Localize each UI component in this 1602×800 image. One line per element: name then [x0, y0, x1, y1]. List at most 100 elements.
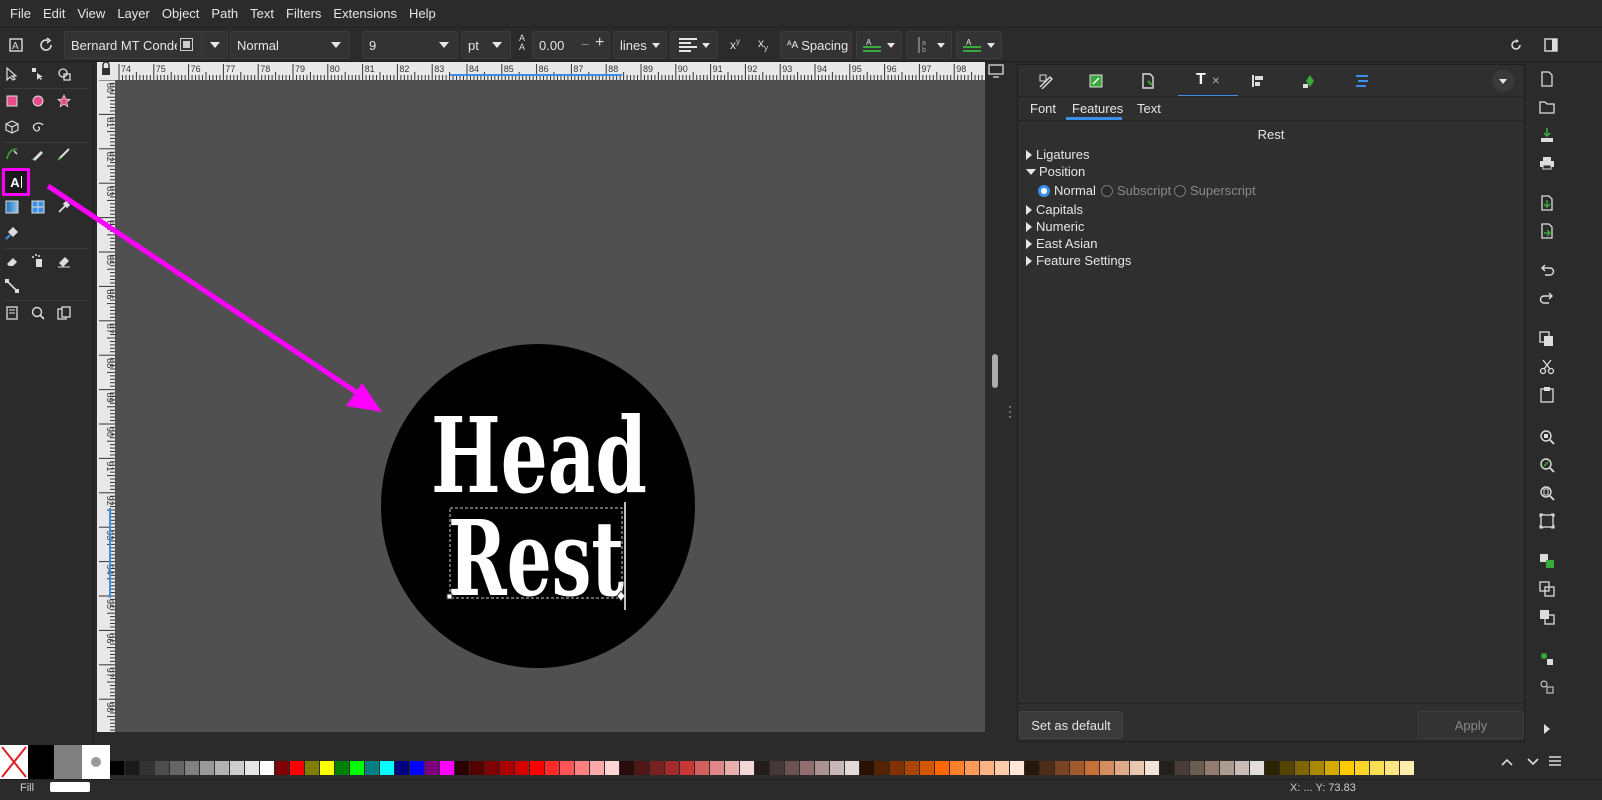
text-rest[interactable]: Rest: [448, 497, 624, 620]
palette-swatch[interactable]: [560, 761, 575, 775]
palette-swatch[interactable]: [995, 761, 1010, 775]
tab-layers[interactable]: [1338, 65, 1386, 97]
apply-button[interactable]: Apply: [1418, 711, 1524, 739]
zoom-selection-icon[interactable]: [1536, 426, 1558, 448]
tweak-tool-icon[interactable]: [53, 63, 75, 85]
font-style-field[interactable]: Normal: [230, 31, 350, 59]
fill-indicator[interactable]: [50, 782, 90, 792]
copy-icon[interactable]: [1536, 328, 1558, 350]
tab-export[interactable]: [1072, 65, 1120, 97]
palette-swatch[interactable]: [605, 761, 620, 775]
palette-swatch[interactable]: [485, 761, 500, 775]
tab-xml-editor[interactable]: [1286, 65, 1334, 97]
unit-dropdown[interactable]: [484, 32, 510, 58]
zoom-fit-icon[interactable]: [1536, 510, 1558, 532]
unit-field[interactable]: pt: [461, 31, 511, 59]
set-as-default-button[interactable]: Set as default: [1019, 711, 1123, 739]
duplicate-icon[interactable]: [1536, 550, 1558, 572]
palette-swatch[interactable]: [155, 761, 170, 775]
swatch-gray[interactable]: [54, 745, 82, 779]
subtab-features[interactable]: Features: [1072, 101, 1123, 116]
palette-swatch[interactable]: [230, 761, 245, 775]
palette-swatch[interactable]: [1370, 761, 1385, 775]
palette-scroll-down-icon[interactable]: [1526, 755, 1546, 771]
calligraphy-tool-icon[interactable]: [53, 143, 75, 165]
palette-swatch[interactable]: [1220, 761, 1235, 775]
palette-swatch[interactable]: [470, 761, 485, 775]
font-family-field[interactable]: Bernard MT Conder: [64, 31, 228, 59]
more-commands-icon[interactable]: [1536, 718, 1558, 740]
open-file-icon[interactable]: [1536, 96, 1558, 118]
palette-swatch[interactable]: [1100, 761, 1115, 775]
undo-icon[interactable]: [1536, 260, 1558, 282]
palette-swatch[interactable]: [980, 761, 995, 775]
palette-swatch[interactable]: [545, 761, 560, 775]
feature-ligatures[interactable]: Ligatures: [1026, 147, 1089, 162]
menu-text[interactable]: Text: [244, 0, 280, 28]
radio-superscript[interactable]: Superscript: [1174, 183, 1256, 198]
pen-tool-icon[interactable]: [1, 143, 23, 165]
pages-tool-icon[interactable]: [1, 302, 23, 324]
import-icon[interactable]: [1536, 192, 1558, 214]
font-size-dropdown[interactable]: [431, 32, 457, 58]
swatch-white[interactable]: [82, 745, 110, 779]
clone-icon[interactable]: [1536, 578, 1558, 600]
font-family-dropdown[interactable]: [201, 32, 227, 58]
palette-swatch[interactable]: [1115, 761, 1130, 775]
palette-swatch[interactable]: [770, 761, 785, 775]
palette-swatch[interactable]: [1025, 761, 1040, 775]
paste-icon[interactable]: [1536, 384, 1558, 406]
palette-swatch[interactable]: [620, 761, 635, 775]
palette-swatch[interactable]: [320, 761, 335, 775]
palette-swatch[interactable]: [455, 761, 470, 775]
palette-swatch[interactable]: [935, 761, 950, 775]
palette-swatch[interactable]: [1295, 761, 1310, 775]
writing-mode-button[interactable]: A: [856, 31, 902, 59]
palette-swatch[interactable]: [395, 761, 410, 775]
palette-swatch[interactable]: [680, 761, 695, 775]
palette-swatch[interactable]: [1250, 761, 1265, 775]
palette-swatch[interactable]: [905, 761, 920, 775]
palette-swatch[interactable]: [1010, 761, 1025, 775]
export-doc-icon[interactable]: [1536, 220, 1558, 242]
subtab-font[interactable]: Font: [1030, 101, 1056, 116]
palette-swatch[interactable]: [950, 761, 965, 775]
palette-swatch[interactable]: [1175, 761, 1190, 775]
palette-swatch[interactable]: [635, 761, 650, 775]
palette-swatch[interactable]: [1340, 761, 1355, 775]
palette-swatch[interactable]: [575, 761, 590, 775]
palette-swatch[interactable]: [800, 761, 815, 775]
palette-swatch[interactable]: [890, 761, 905, 775]
palette-swatch[interactable]: [185, 761, 200, 775]
palette-swatch[interactable]: [1190, 761, 1205, 775]
palette-scroll-up-icon[interactable]: [1500, 755, 1520, 771]
spacing-button[interactable]: ᴬA Spacing: [780, 31, 852, 59]
palette-swatch[interactable]: [1055, 761, 1070, 775]
palette-swatch[interactable]: [515, 761, 530, 775]
zoom-page-icon[interactable]: [1536, 482, 1558, 504]
menu-view[interactable]: View: [71, 0, 111, 28]
palette-swatch[interactable]: [860, 761, 875, 775]
menu-file[interactable]: File: [4, 0, 37, 28]
line-height-unit-field[interactable]: lines: [613, 31, 667, 59]
print-icon[interactable]: [1536, 152, 1558, 174]
menu-filters[interactable]: Filters: [280, 0, 327, 28]
palette-swatch[interactable]: [530, 761, 545, 775]
star-tool-icon[interactable]: [53, 90, 75, 112]
tab-fill-stroke[interactable]: [1022, 65, 1070, 97]
palette-swatch[interactable]: [125, 761, 140, 775]
selector-tool-icon[interactable]: [1, 63, 23, 85]
display-mode-icon[interactable]: [988, 64, 1004, 78]
subtab-text[interactable]: Text: [1137, 101, 1161, 116]
palette-swatch[interactable]: [170, 761, 185, 775]
palette-swatch[interactable]: [1355, 761, 1370, 775]
palette-swatch[interactable]: [140, 761, 155, 775]
subscript-icon[interactable]: xy: [752, 33, 774, 55]
eraser-tool-icon[interactable]: [1, 250, 23, 272]
palette-swatch[interactable]: [1325, 761, 1340, 775]
palette-swatch[interactable]: [380, 761, 395, 775]
palette-swatch[interactable]: [260, 761, 275, 775]
palette-swatch[interactable]: [725, 761, 740, 775]
cut-icon[interactable]: [1536, 356, 1558, 378]
menu-path[interactable]: Path: [205, 0, 244, 28]
